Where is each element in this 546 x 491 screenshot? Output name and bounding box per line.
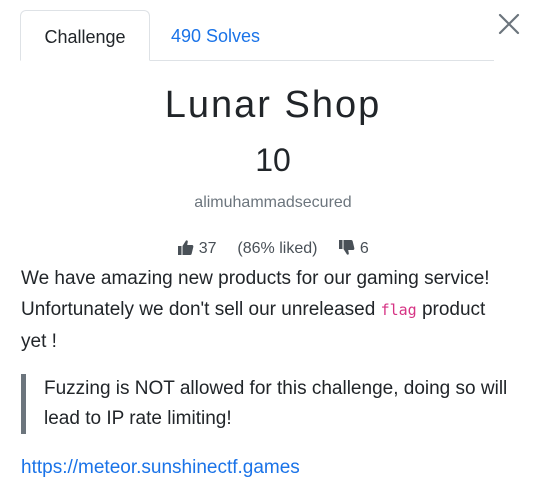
description-line: Unfortunately we don't sell our unreleas…	[21, 294, 521, 326]
description-text: Unfortunately we don't sell our unreleas…	[21, 299, 381, 320]
challenge-link[interactable]: https://meteor.sunshinectf.games	[21, 457, 300, 479]
tab-bar: Challenge 490 Solves	[20, 10, 494, 61]
challenge-title: Lunar Shop	[164, 84, 382, 126]
description-line: yet !	[21, 331, 57, 352]
challenge-description: We have amazing new products for our gam…	[21, 263, 521, 357]
thumbs-up-icon[interactable]	[177, 239, 194, 256]
vote-summary: 37 (86% liked) 6	[0, 239, 546, 258]
liked-percentage: (86% liked)	[237, 239, 318, 257]
dislikes-count: 6	[359, 239, 369, 257]
warning-blockquote: Fuzzing is NOT allowed for this challeng…	[21, 374, 521, 434]
warning-text: Fuzzing is NOT allowed for this challeng…	[44, 378, 508, 429]
description-text: product	[416, 299, 486, 320]
tab-solves[interactable]: 490 Solves	[171, 10, 260, 60]
challenge-points: 10	[255, 142, 291, 178]
close-icon[interactable]	[497, 12, 521, 36]
likes-count: 37	[198, 239, 217, 257]
inline-code: flag	[380, 301, 417, 319]
description-line: We have amazing new products for our gam…	[21, 268, 490, 289]
thumbs-down-icon[interactable]	[338, 239, 355, 256]
challenge-author: alimuhammadsecured	[194, 194, 352, 211]
tab-challenge[interactable]: Challenge	[20, 10, 150, 61]
